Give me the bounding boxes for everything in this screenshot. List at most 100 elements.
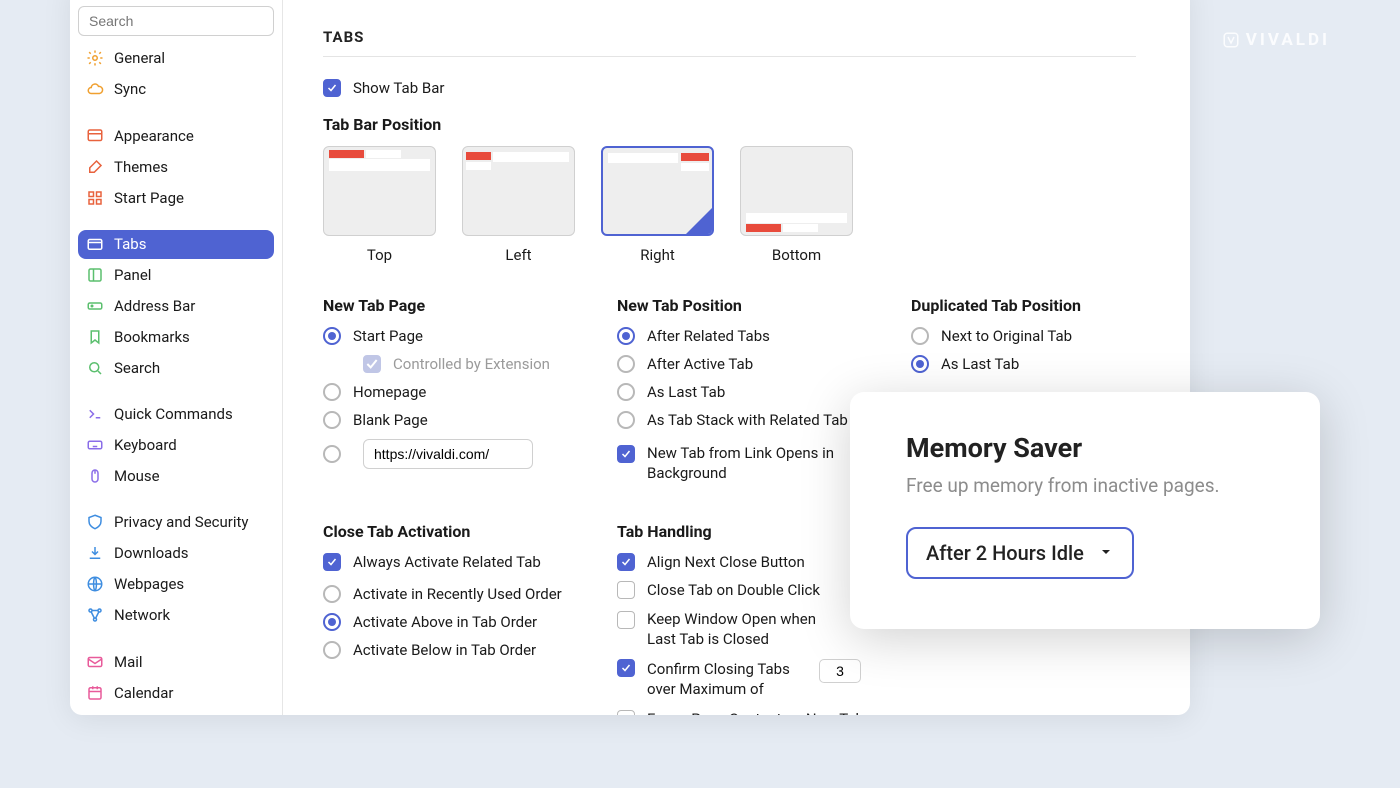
- network-icon: [86, 606, 104, 624]
- sidebar-item-keyboard[interactable]: Keyboard: [78, 431, 274, 460]
- new-tab-blank-radio[interactable]: [323, 411, 341, 429]
- sidebar-item-addressbar[interactable]: Address Bar: [78, 291, 274, 320]
- tab-bar-position-options: Top Left Right: [323, 146, 1136, 264]
- sidebar-item-panel[interactable]: Panel: [78, 261, 274, 290]
- sidebar-item-label: Quick Commands: [114, 405, 233, 423]
- show-tab-bar-label: Show Tab Bar: [353, 79, 444, 97]
- sidebar-item-downloads[interactable]: Downloads: [78, 539, 274, 568]
- sidebar-item-label: Mail: [114, 653, 143, 671]
- newpos-as-last-label: As Last Tab: [647, 383, 725, 401]
- sidebar-item-startpage[interactable]: Start Page: [78, 183, 274, 212]
- sidebar-item-label: Privacy and Security: [114, 513, 249, 531]
- panel-icon: [86, 266, 104, 284]
- memory-saver-dropdown-label: After 2 Hours Idle: [926, 541, 1084, 565]
- globe-icon: [86, 575, 104, 593]
- sidebar-item-label: Sync: [114, 80, 146, 98]
- controlled-by-extension-checkbox[interactable]: [363, 355, 381, 373]
- sidebar-item-label: Mouse: [114, 467, 160, 485]
- new-tab-custom-url-input[interactable]: [363, 439, 533, 469]
- tab-position-bottom-label: Bottom: [740, 246, 853, 264]
- sidebar-item-label: Address Bar: [114, 297, 195, 315]
- keep-open-checkbox[interactable]: [617, 611, 635, 629]
- mouse-icon: [86, 467, 104, 485]
- search-icon: [86, 359, 104, 377]
- activate-above-radio[interactable]: [323, 613, 341, 631]
- sidebar-item-mouse[interactable]: Mouse: [78, 462, 274, 491]
- sidebar-item-label: Themes: [114, 158, 168, 176]
- tab-position-right[interactable]: Right: [601, 146, 714, 264]
- sidebar-item-webpages[interactable]: Webpages: [78, 570, 274, 599]
- new-tab-custom-radio[interactable]: [323, 445, 341, 463]
- tab-position-left[interactable]: Left: [462, 146, 575, 264]
- confirm-close-number-input[interactable]: [819, 659, 861, 683]
- calendar-icon: [86, 684, 104, 702]
- download-icon: [86, 544, 104, 562]
- focus-content-checkbox[interactable]: [617, 710, 635, 716]
- sidebar-item-general[interactable]: General: [78, 44, 274, 73]
- confirm-close-checkbox[interactable]: [617, 659, 635, 677]
- tab-position-top-label: Top: [323, 246, 436, 264]
- sidebar-item-network[interactable]: Network: [78, 601, 274, 630]
- sidebar-item-themes[interactable]: Themes: [78, 152, 274, 181]
- new-tab-position-title: New Tab Position: [617, 296, 867, 315]
- keep-open-label: Keep Window Open when Last Tab is Closed: [647, 609, 847, 650]
- dup-as-last-label: As Last Tab: [941, 355, 1019, 373]
- tab-position-bottom[interactable]: Bottom: [740, 146, 853, 264]
- sidebar-item-label: Calendar: [114, 684, 174, 702]
- show-tab-bar-checkbox[interactable]: [323, 79, 341, 97]
- sidebar-item-quickcommands[interactable]: Quick Commands: [78, 400, 274, 429]
- newpos-as-last-radio[interactable]: [617, 383, 635, 401]
- sidebar: General Sync Appearance Themes Start Pag…: [70, 0, 283, 715]
- shield-icon: [86, 513, 104, 531]
- memory-saver-title: Memory Saver: [906, 432, 1264, 464]
- sidebar-item-tabs[interactable]: Tabs: [78, 230, 274, 259]
- layout-icon: [86, 127, 104, 145]
- sidebar-item-calendar[interactable]: Calendar: [78, 678, 274, 707]
- sidebar-item-label: Tabs: [114, 235, 146, 253]
- sidebar-item-privacy[interactable]: Privacy and Security: [78, 508, 274, 537]
- activate-below-radio[interactable]: [323, 641, 341, 659]
- close-activation-title: Close Tab Activation: [323, 522, 573, 541]
- newpos-after-related-radio[interactable]: [617, 327, 635, 345]
- align-close-checkbox[interactable]: [617, 553, 635, 571]
- keyboard-icon: [86, 436, 104, 454]
- sidebar-item-search[interactable]: Search: [78, 353, 274, 382]
- activate-recently-label: Activate in Recently Used Order: [353, 585, 562, 603]
- sidebar-item-sync[interactable]: Sync: [78, 75, 274, 104]
- sidebar-item-mail[interactable]: Mail: [78, 647, 274, 676]
- tabs-heading: TABS: [323, 28, 1136, 46]
- chevron-down-icon: [1098, 541, 1114, 565]
- tab-position-top[interactable]: Top: [323, 146, 436, 264]
- dup-as-last-radio[interactable]: [911, 355, 929, 373]
- dup-next-original-label: Next to Original Tab: [941, 327, 1072, 345]
- dup-next-original-radio[interactable]: [911, 327, 929, 345]
- tab-position-right-label: Right: [601, 246, 714, 264]
- confirm-close-label: Confirm Closing Tabs over Maximum of: [647, 659, 807, 700]
- new-tab-page-title: New Tab Page: [323, 296, 573, 315]
- link-background-checkbox[interactable]: [617, 445, 635, 463]
- newpos-as-stack-radio[interactable]: [617, 411, 635, 429]
- new-tab-homepage-radio[interactable]: [323, 383, 341, 401]
- memory-saver-subtitle: Free up memory from inactive pages.: [906, 474, 1264, 499]
- new-tab-homepage-label: Homepage: [353, 383, 426, 401]
- search-input[interactable]: [78, 6, 274, 36]
- sidebar-item-label: Appearance: [114, 127, 194, 145]
- double-click-checkbox[interactable]: [617, 581, 635, 599]
- sidebar-item-label: Keyboard: [114, 436, 177, 454]
- newpos-as-stack-label: As Tab Stack with Related Tab: [647, 411, 848, 429]
- vivaldi-watermark: VIVALDI: [1222, 30, 1330, 50]
- address-bar-icon: [86, 297, 104, 315]
- memory-saver-dropdown[interactable]: After 2 Hours Idle: [906, 527, 1134, 579]
- activate-recently-radio[interactable]: [323, 585, 341, 603]
- always-related-checkbox[interactable]: [323, 553, 341, 571]
- tab-bar-position-title: Tab Bar Position: [323, 115, 1136, 134]
- cloud-icon: [86, 80, 104, 98]
- activate-above-label: Activate Above in Tab Order: [353, 613, 537, 631]
- mail-icon: [86, 653, 104, 671]
- double-click-label: Close Tab on Double Click: [647, 581, 820, 599]
- new-tab-startpage-radio[interactable]: [323, 327, 341, 345]
- sidebar-item-bookmarks[interactable]: Bookmarks: [78, 322, 274, 351]
- tabs-icon: [86, 235, 104, 253]
- sidebar-item-appearance[interactable]: Appearance: [78, 121, 274, 150]
- newpos-after-active-radio[interactable]: [617, 355, 635, 373]
